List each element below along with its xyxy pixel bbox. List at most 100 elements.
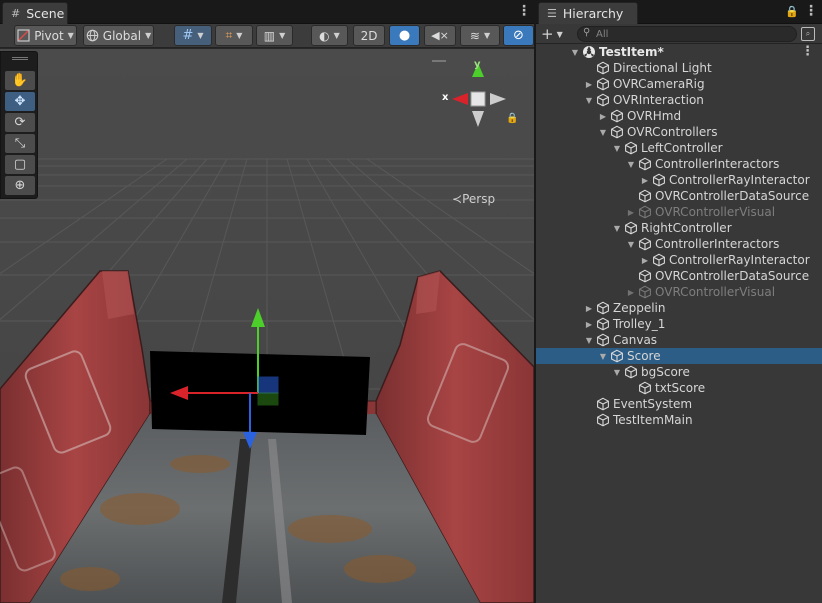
grid-visibility-dropdown[interactable]: ▥ ▼ bbox=[256, 25, 293, 46]
gizmo-y-label[interactable]: y bbox=[474, 59, 481, 70]
hierarchy-item[interactable]: ▶ OVRHmd bbox=[536, 108, 822, 124]
move-tool-button[interactable]: ✥ bbox=[5, 92, 35, 111]
hierarchy-item[interactable]: ▶ ControllerRayInteractor bbox=[536, 252, 822, 268]
expand-arrow-down-icon[interactable]: ▼ bbox=[598, 352, 608, 361]
expand-arrow-right-icon[interactable]: ▶ bbox=[626, 288, 636, 297]
expand-arrow-down-icon[interactable]: ▼ bbox=[626, 160, 636, 169]
grid-snap-dropdown[interactable]: # ▼ bbox=[174, 25, 212, 46]
eye-slash-icon: ⊘ bbox=[513, 28, 524, 43]
hierarchy-item-label: OVRControllerDataSource bbox=[655, 189, 810, 203]
rect-tool-button[interactable]: ▢ bbox=[5, 155, 35, 174]
expand-arrow-right-icon[interactable]: ▶ bbox=[626, 208, 636, 217]
lock-icon[interactable]: 🔒 bbox=[506, 113, 518, 124]
hierarchy-menu-icon[interactable]: ⋮ bbox=[804, 4, 818, 18]
increment-snap-dropdown[interactable]: ⌗ ▼ bbox=[215, 25, 253, 46]
expand-arrow-right-icon[interactable]: ▶ bbox=[598, 112, 608, 121]
hierarchy-item[interactable]: EventSystem bbox=[536, 396, 822, 412]
hierarchy-item[interactable]: TestItemMain bbox=[536, 412, 822, 428]
hierarchy-item[interactable]: txtScore bbox=[536, 380, 822, 396]
hierarchy-item[interactable]: ▼ bgScore bbox=[536, 364, 822, 380]
lighting-toggle[interactable]: ● bbox=[389, 25, 420, 46]
hierarchy-search-input[interactable] bbox=[596, 27, 786, 41]
hidden-objects-toggle[interactable]: ⊘ bbox=[503, 25, 534, 46]
hierarchy-item[interactable]: OVRControllerDataSource bbox=[536, 188, 822, 204]
plus-icon: + bbox=[541, 25, 554, 43]
hierarchy-item[interactable]: ▼ Score bbox=[536, 348, 822, 364]
audio-toggle[interactable]: ◀× bbox=[424, 25, 456, 46]
scene-viewport[interactable]: y x 🔒 ≺Persp bbox=[0, 49, 534, 603]
scene-tabbar: # Scene ⋮ bbox=[0, 0, 534, 24]
hierarchy-toolbar: + ▼ ⚲ ⌕ bbox=[536, 24, 822, 44]
hierarchy-item[interactable]: ▶ Zeppelin bbox=[536, 300, 822, 316]
hierarchy-item[interactable]: Directional Light bbox=[536, 60, 822, 76]
expand-arrow-right-icon[interactable]: ▶ bbox=[640, 256, 650, 265]
hierarchy-item[interactable]: ▼ LeftController bbox=[536, 140, 822, 156]
gameobject-cube-icon bbox=[597, 413, 609, 427]
hierarchy-item[interactable]: ▶ OVRCameraRig bbox=[536, 76, 822, 92]
gizmo-x-label[interactable]: x bbox=[442, 92, 448, 103]
hierarchy-item[interactable]: ▶ OVRControllerVisual bbox=[536, 204, 822, 220]
expand-arrow-down-icon[interactable]: ▼ bbox=[584, 96, 594, 105]
expand-arrow-down-icon[interactable]: ▼ bbox=[570, 48, 580, 57]
scene-render bbox=[0, 49, 534, 603]
effects-dropdown[interactable]: ≋ ▼ bbox=[460, 25, 500, 46]
hierarchy-item[interactable]: ▶ ControllerRayInteractor bbox=[536, 172, 822, 188]
scene-root-row[interactable]: ▼ TestItem* ⋮ bbox=[536, 44, 822, 60]
expand-arrow-down-icon[interactable]: ▼ bbox=[612, 224, 622, 233]
scene-search-icon[interactable]: ⌕ bbox=[801, 27, 815, 41]
hierarchy-item[interactable]: ▼ Canvas bbox=[536, 332, 822, 348]
gameobject-cube-icon bbox=[653, 173, 665, 187]
toggle-2d-button[interactable]: 2D bbox=[353, 25, 385, 46]
hierarchy-item[interactable]: ▼ RightController bbox=[536, 220, 822, 236]
draw-mode-dropdown[interactable]: ◐ ▼ bbox=[311, 25, 348, 46]
hierarchy-item-label: TestItemMain bbox=[613, 413, 693, 427]
scale-tool-button[interactable]: ⤡ bbox=[5, 134, 35, 153]
chevron-down-icon: ▼ bbox=[67, 31, 74, 40]
hierarchy-list-icon: ☰ bbox=[547, 7, 557, 20]
hand-tool-button[interactable]: ✋ bbox=[5, 71, 35, 90]
hierarchy-item[interactable]: ▼ ControllerInteractors bbox=[536, 236, 822, 252]
hierarchy-item-label: OVRCameraRig bbox=[613, 77, 705, 91]
expand-arrow-right-icon[interactable]: ▶ bbox=[584, 80, 594, 89]
rotate-tool-button[interactable]: ⟳ bbox=[5, 113, 35, 132]
expand-arrow-down-icon[interactable]: ▼ bbox=[626, 240, 636, 249]
scene-menu-icon[interactable]: ⋮ bbox=[517, 4, 531, 18]
global-dropdown[interactable]: Global ▼ bbox=[83, 25, 154, 46]
lock-icon[interactable]: 🔒 bbox=[785, 5, 799, 18]
hierarchy-item[interactable]: ▶ Trolley_1 bbox=[536, 316, 822, 332]
hierarchy-item[interactable]: ▼ OVRControllers bbox=[536, 124, 822, 140]
expand-arrow-down-icon[interactable]: ▼ bbox=[612, 144, 622, 153]
expand-arrow-right-icon[interactable]: ▶ bbox=[584, 304, 594, 313]
palette-drag-handle[interactable] bbox=[12, 57, 28, 60]
expand-arrow-right-icon[interactable]: ▶ bbox=[584, 320, 594, 329]
expand-arrow-down-icon[interactable]: ▼ bbox=[598, 128, 608, 137]
hierarchy-search: ⚲ bbox=[577, 26, 797, 42]
hierarchy-item[interactable]: ▶ OVRControllerVisual bbox=[536, 284, 822, 300]
tab-hierarchy[interactable]: ☰ Hierarchy bbox=[538, 2, 638, 24]
globe-icon bbox=[86, 29, 99, 42]
hierarchy-item[interactable]: ▼ ControllerInteractors bbox=[536, 156, 822, 172]
gameobject-cube-icon bbox=[597, 317, 609, 331]
gameobject-cube-icon bbox=[625, 365, 637, 379]
pivot-dropdown[interactable]: Pivot ▼ bbox=[14, 25, 77, 46]
create-dropdown[interactable]: + ▼ bbox=[541, 24, 563, 44]
global-label: Global bbox=[102, 28, 142, 43]
scene-toolbar: Pivot ▼ Global ▼ # ▼ ⌗ ▼ ▥ ▼ ◐ ▼ 2D ● ◀×… bbox=[0, 24, 534, 48]
expand-arrow-down-icon[interactable]: ▼ bbox=[584, 336, 594, 345]
hierarchy-item[interactable]: OVRControllerDataSource bbox=[536, 268, 822, 284]
gameobject-cube-icon bbox=[639, 381, 651, 395]
expand-arrow-right-icon[interactable]: ▶ bbox=[640, 176, 650, 185]
perspective-toggle[interactable]: ≺Persp bbox=[452, 192, 495, 206]
scene-options-icon[interactable]: ⋮ bbox=[801, 45, 814, 58]
scene-panel: # Scene ⋮ Pivot ▼ Global ▼ # ▼ ⌗ ▼ ▥ ▼ ◐… bbox=[0, 0, 534, 603]
hierarchy-item-label: Score bbox=[627, 349, 661, 363]
gameobject-cube-icon bbox=[639, 269, 651, 283]
hierarchy-panel: ☰ Hierarchy 🔒 ⋮ + ▼ ⚲ ⌕ ▼ TestItem* ⋮ Direc… bbox=[536, 0, 822, 603]
gameobject-cube-icon bbox=[597, 397, 609, 411]
hierarchy-item-label: ControllerRayInteractor bbox=[669, 253, 810, 267]
transform-tool-button[interactable]: ⊕ bbox=[5, 176, 35, 195]
expand-arrow-down-icon[interactable]: ▼ bbox=[612, 368, 622, 377]
hierarchy-item[interactable]: ▼ OVRInteraction bbox=[536, 92, 822, 108]
tab-scene[interactable]: # Scene bbox=[2, 2, 68, 24]
gameobject-cube-icon bbox=[639, 237, 651, 251]
